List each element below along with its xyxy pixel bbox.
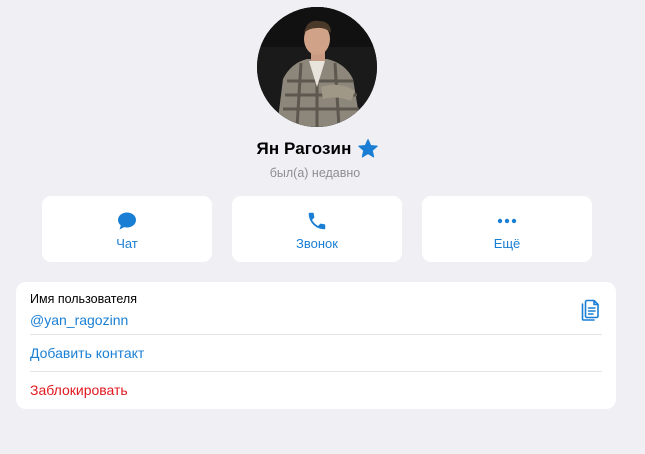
username-title: Имя пользователя <box>30 292 137 306</box>
username-value[interactable]: @yan_ragozinn <box>30 312 137 328</box>
divider <box>30 371 602 372</box>
call-button-label: Звонок <box>296 236 338 251</box>
avatar-photo <box>257 7 377 127</box>
avatar[interactable] <box>257 7 377 127</box>
last-seen-status: был(а) недавно <box>269 166 361 180</box>
add-contact-button[interactable]: Добавить контакт <box>30 345 144 361</box>
more-button-label: Ещё <box>493 236 521 251</box>
more-button[interactable]: Ещё <box>422 196 592 262</box>
phone-icon <box>306 210 328 232</box>
copy-icon[interactable] <box>580 297 602 321</box>
call-button[interactable]: Звонок <box>232 196 402 262</box>
chat-button-label: Чат <box>116 236 138 251</box>
profile-info-card: Имя пользователя @yan_ragozinn Добавить … <box>16 282 616 409</box>
profile-name-row: Ян Рагозин <box>0 138 636 160</box>
chat-button[interactable]: Чат <box>42 196 212 262</box>
star-icon[interactable] <box>357 138 379 160</box>
divider <box>30 334 602 335</box>
more-dots-icon <box>496 210 518 232</box>
username-block: Имя пользователя @yan_ragozinn <box>30 292 137 328</box>
profile-name: Ян Рагозин <box>256 139 352 158</box>
chat-bubble-icon <box>116 210 138 232</box>
block-user-button[interactable]: Заблокировать <box>30 382 128 398</box>
